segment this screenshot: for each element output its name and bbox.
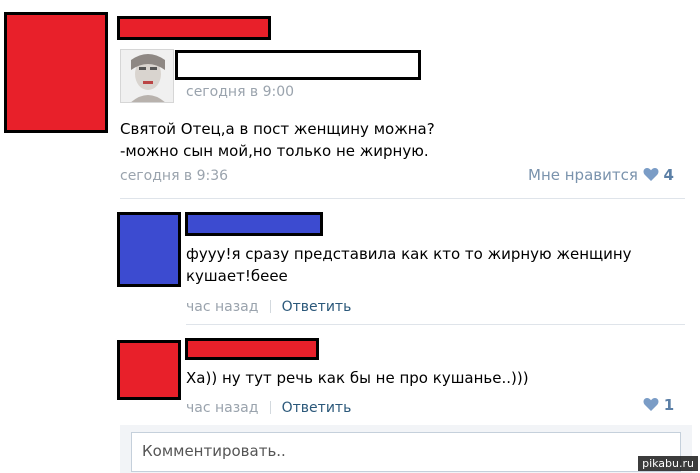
comment-text-line1: фууу!я сразу представила как кто то жирн… bbox=[186, 245, 632, 263]
comment-avatar-redacted[interactable] bbox=[117, 212, 181, 287]
comment-time[interactable]: час назад bbox=[186, 400, 258, 416]
comment-time[interactable]: час назад bbox=[186, 299, 258, 315]
comment-text-line1: Ха)) ну тут речь как бы не про кушанье..… bbox=[186, 369, 529, 387]
comment-input-placeholder: Комментировать.. bbox=[142, 442, 286, 460]
comment-input[interactable]: Комментировать.. bbox=[131, 432, 681, 472]
reply-button[interactable]: Ответить bbox=[282, 299, 352, 315]
comment-text-line2: кушает!беее bbox=[186, 267, 288, 285]
post-author-time: сегодня в 9:00 bbox=[186, 84, 295, 100]
divider bbox=[120, 198, 685, 199]
comment-author-redacted[interactable] bbox=[185, 212, 323, 236]
comment-text: фууу!я сразу представила как кто то жирн… bbox=[186, 243, 676, 287]
heart-icon bbox=[643, 398, 659, 411]
separator bbox=[269, 401, 271, 414]
separator bbox=[269, 300, 271, 313]
post-text-line1: Святой Отец,а в пост женщину можна? bbox=[120, 120, 435, 138]
author-avatar[interactable] bbox=[120, 49, 174, 103]
comment-avatar-redacted[interactable] bbox=[117, 340, 181, 400]
post-timestamp[interactable]: сегодня в 9:36 bbox=[120, 168, 228, 184]
author-name-redacted[interactable] bbox=[175, 50, 421, 80]
post-text: Святой Отец,а в пост женщину можна? -мож… bbox=[120, 118, 580, 162]
group-avatar-redacted[interactable] bbox=[4, 12, 108, 133]
watermark: pikabu.ru bbox=[638, 456, 698, 471]
divider bbox=[186, 324, 685, 325]
comment-like-count: 1 bbox=[663, 396, 675, 414]
heart-icon bbox=[643, 168, 659, 181]
like-count: 4 bbox=[663, 166, 674, 184]
like-label: Мне нравится bbox=[528, 166, 638, 184]
group-name-redacted[interactable] bbox=[117, 16, 271, 40]
author-photo-icon bbox=[121, 50, 173, 102]
comment-like-button[interactable]: 1 bbox=[643, 396, 674, 414]
comment-author-redacted[interactable] bbox=[185, 338, 319, 360]
post-text-line2: -можно сын мой,но только не жирную. bbox=[120, 142, 429, 160]
comment-meta: час назад Ответить bbox=[186, 296, 351, 315]
comment-meta: час назад Ответить bbox=[186, 397, 351, 416]
like-button[interactable]: Мне нравится 4 bbox=[528, 166, 674, 184]
comment-text: Ха)) ну тут речь как бы не про кушанье..… bbox=[186, 367, 676, 389]
reply-button[interactable]: Ответить bbox=[282, 400, 352, 416]
